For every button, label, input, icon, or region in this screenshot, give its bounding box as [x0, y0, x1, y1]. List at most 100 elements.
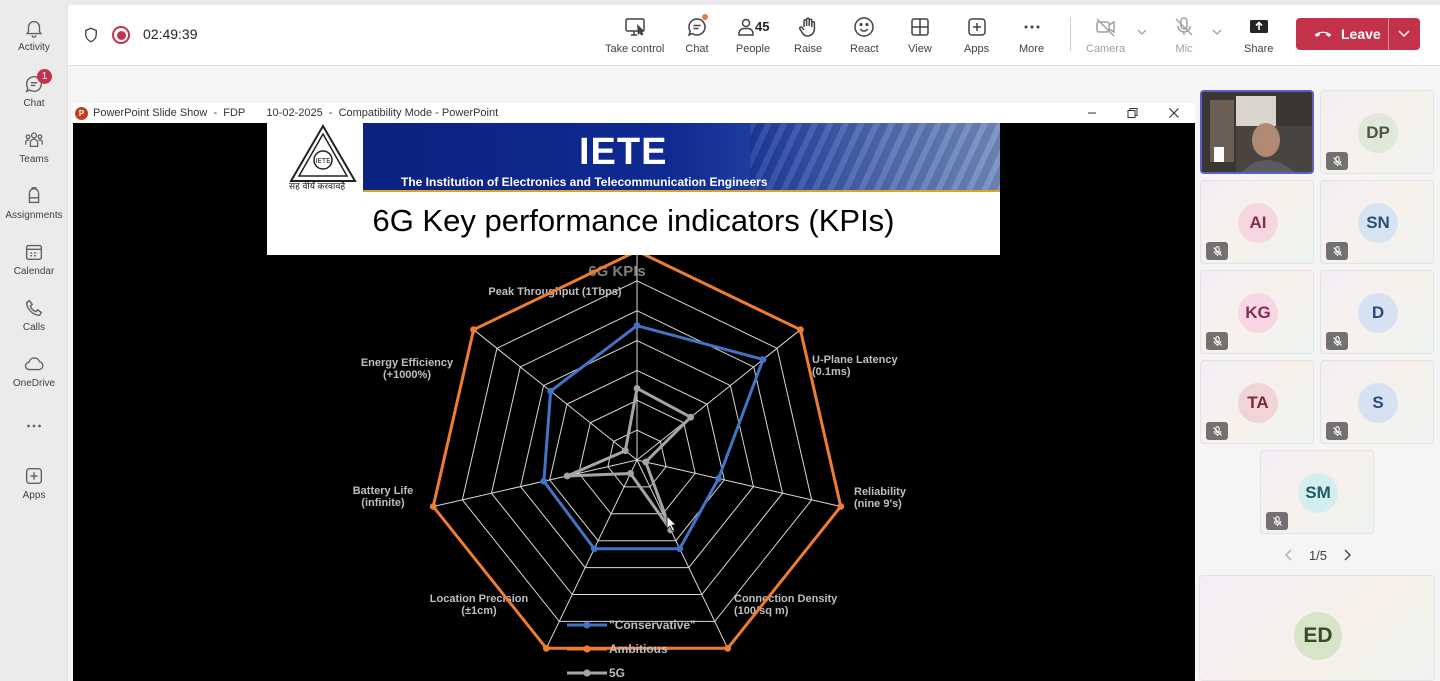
rail-item-activity[interactable]: Activity [0, 11, 68, 61]
data-point [642, 458, 650, 466]
legend-label: 5G [609, 666, 625, 680]
avatar: AI [1238, 203, 1278, 243]
slide-header: IETE सह वीर्यं करवावहै IETE The Institut… [267, 123, 1000, 255]
hand-icon [799, 17, 816, 37]
axis-label: Reliability [854, 486, 907, 498]
axis-label: U-Plane Latency [812, 354, 898, 366]
data-point [759, 356, 767, 363]
data-point [633, 322, 641, 330]
chevron-down-icon[interactable] [1211, 26, 1223, 38]
camera-button[interactable]: Camera [1086, 11, 1125, 61]
avatar: SM [1298, 473, 1338, 513]
mic-off-icon [1212, 425, 1222, 436]
axis-label: (nine 9's) [854, 498, 902, 510]
participant-tile[interactable]: KG [1200, 270, 1314, 354]
bell-icon [25, 20, 43, 38]
hang-up-icon [1314, 31, 1332, 37]
data-point [715, 475, 722, 483]
restore-icon[interactable] [1124, 105, 1140, 121]
toolbar-label: Share [1244, 43, 1274, 55]
rail-item-assignments[interactable]: Assignments [0, 179, 68, 229]
participant-video [1202, 92, 1312, 172]
avatar: ED [1294, 612, 1342, 660]
avatar: DP [1358, 113, 1398, 153]
banner-rule [363, 190, 1000, 192]
data-point [837, 503, 845, 510]
participant-tile[interactable]: SM [1260, 450, 1374, 534]
toolbar-label: View [908, 43, 932, 55]
more-button[interactable]: More [1019, 11, 1044, 61]
participant-tile[interactable]: SN [1320, 180, 1434, 264]
add-apps-icon [25, 467, 43, 485]
minimize-icon[interactable] [1084, 105, 1100, 121]
legend-marker [583, 645, 591, 653]
chevron-down-icon[interactable] [1397, 28, 1411, 40]
mic-muted-badge [1206, 422, 1228, 440]
app-rail: Activity 1 Chat Teams Assignments Calend… [0, 5, 68, 681]
mic-muted-badge [1266, 512, 1288, 530]
data-point [687, 413, 695, 421]
mic-button[interactable]: Mic [1172, 11, 1196, 61]
data-point [542, 644, 550, 652]
share-button[interactable]: Share [1244, 11, 1273, 61]
mic-muted-badge [1206, 332, 1228, 350]
shared-screen-area: P PowerPoint Slide Show - FDP 10-02-2025… [68, 66, 1198, 681]
people-button[interactable]: 45 People [734, 11, 772, 61]
data-point [797, 326, 804, 334]
participant-tile[interactable]: AI [1200, 180, 1314, 264]
rail-item-teams[interactable]: Teams [0, 123, 68, 173]
toolbar-label: React [850, 43, 879, 55]
chat-button[interactable]: Chat [685, 11, 709, 61]
axis-label: Battery Life [353, 485, 414, 497]
rail-item-apps[interactable]: Apps [0, 459, 68, 509]
take-control-icon [624, 18, 645, 36]
shield-icon[interactable] [82, 26, 100, 44]
participant-tile[interactable]: S [1320, 360, 1434, 444]
rail-item-chat[interactable]: 1 Chat [0, 67, 68, 117]
participant-tile[interactable]: TA [1200, 360, 1314, 444]
iete-motto: सह वीर्यं करवावहै [289, 181, 346, 191]
take-control-button[interactable]: Take control [605, 11, 664, 61]
participant-tile[interactable]: DP [1320, 90, 1434, 174]
raise-hand-button[interactable]: Raise [794, 11, 822, 61]
close-icon[interactable] [1166, 105, 1182, 121]
chevron-left-icon[interactable] [1282, 548, 1296, 562]
mic-off-icon [1175, 17, 1193, 36]
meeting-toolbar: 02:49:39 Take control Chat 45 People Rai… [68, 5, 1440, 66]
leave-button[interactable]: Leave [1296, 18, 1420, 50]
participant-video-tile[interactable] [1200, 90, 1314, 174]
toolbar-label: Raise [794, 43, 823, 55]
legend-marker [583, 621, 591, 629]
rail-item-calls[interactable]: Calls [0, 291, 68, 341]
avatar: KG [1238, 293, 1278, 333]
camera-off-icon [1095, 18, 1115, 37]
banner-subtitle: The Institution of Electronics and Telec… [401, 175, 768, 189]
rail-item-onedrive[interactable]: OneDrive [0, 347, 68, 397]
rail-item-calendar[interactable]: Calendar [0, 235, 68, 285]
gallery-page-indicator: 1/5 [1308, 547, 1328, 563]
powerpoint-window: P PowerPoint Slide Show - FDP 10-02-2025… [73, 103, 1195, 681]
calendar-icon [25, 244, 43, 261]
chevron-down-icon[interactable] [1136, 26, 1148, 38]
mic-off-icon [1212, 245, 1222, 256]
axis-label: Location Precision [430, 593, 529, 605]
chevron-right-icon[interactable] [1340, 548, 1354, 562]
more-icon [1024, 25, 1040, 29]
rail-label: Assignments [5, 210, 63, 221]
view-button[interactable]: View [908, 11, 932, 61]
participant-tile[interactable]: D [1320, 270, 1434, 354]
participant-spotlight-tile[interactable]: ED [1199, 575, 1435, 681]
rail-item-more[interactable] [0, 409, 68, 459]
axis-label: Connection Density [734, 593, 838, 605]
mic-muted-badge [1206, 242, 1228, 260]
data-point [627, 470, 634, 477]
powerpoint-logo-icon: P [75, 106, 88, 120]
toolbar-divider [1070, 17, 1071, 51]
react-button[interactable]: React [850, 11, 879, 61]
unread-badge: 1 [37, 69, 52, 84]
mic-muted-badge [1326, 152, 1348, 170]
toolbar-label: More [1019, 43, 1045, 55]
mic-muted-badge [1326, 422, 1348, 440]
svg-text:IETE: IETE [315, 157, 330, 165]
apps-button[interactable]: Apps [964, 11, 989, 61]
